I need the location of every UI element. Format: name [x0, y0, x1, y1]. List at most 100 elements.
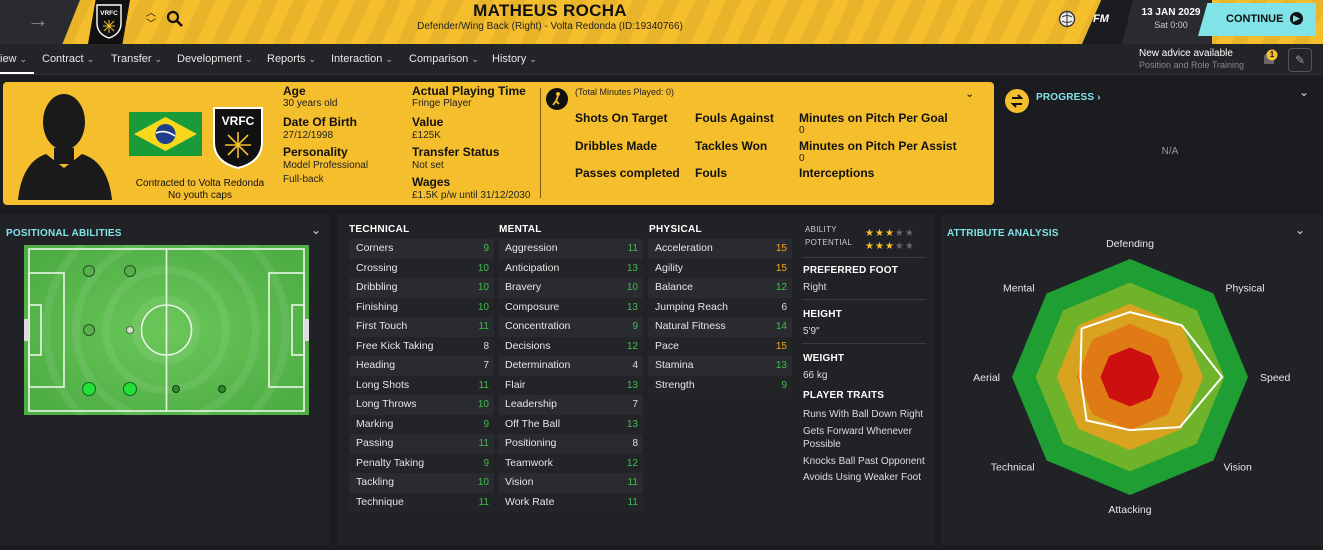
search-icon[interactable] [166, 10, 184, 28]
attribute-name: Penalty Taking [356, 456, 425, 469]
progress-title[interactable]: PROGRESS › [1036, 92, 1101, 103]
attribute-row-strength[interactable]: Strength 9 [648, 375, 792, 395]
position-dot[interactable] [124, 265, 136, 277]
attribute-name: Vision [505, 476, 534, 488]
attribute-row-vision[interactable]: Vision 11 [498, 473, 643, 493]
attribute-row-stamina[interactable]: Stamina 13 [648, 356, 792, 376]
attribute-row-technique[interactable]: Technique 11 [349, 492, 494, 512]
title-bar: → VRFC ︿ ﹀ MATHEUS ROCHA Defender/Wing Ba… [0, 0, 1323, 44]
analysis-title: ATTRIBUTE ANALYSIS [947, 228, 1059, 239]
attribute-row-decisions[interactable]: Decisions 12 [498, 336, 643, 356]
chevron-down-icon: ⌄ [308, 54, 317, 64]
nav-tab-transfer[interactable]: Transfer ⌄ [111, 44, 162, 75]
club-badge-icon[interactable]: VRFC [96, 3, 122, 39]
position-dot[interactable] [126, 326, 134, 334]
attribute-row-teamwork[interactable]: Teamwork 12 [498, 453, 643, 473]
nav-tab-interaction[interactable]: Interaction ⌄ [331, 44, 393, 75]
personality-label: Personality [283, 145, 348, 159]
attribute-row-agility[interactable]: Agility 15 [648, 258, 792, 278]
attribute-row-bravery[interactable]: Bravery 10 [498, 278, 643, 298]
attribute-row-heading[interactable]: Heading 7 [349, 356, 494, 376]
potential-label: POTENTIAL [805, 238, 853, 247]
position-dot[interactable] [83, 324, 95, 336]
attribute-name: Acceleration [655, 242, 713, 254]
stats-category-icon[interactable] [546, 88, 568, 110]
attribute-row-pace[interactable]: Pace 15 [648, 336, 792, 356]
position-dot[interactable] [123, 382, 137, 396]
attribute-row-off-the-ball[interactable]: Off The Ball 13 [498, 414, 643, 434]
position-dot[interactable] [82, 382, 96, 396]
attribute-row-anticipation[interactable]: Anticipation 13 [498, 258, 643, 278]
nav-tab-reports[interactable]: Reports ⌄ [267, 44, 316, 75]
continue-button[interactable]: CONTINUE ▶ [1198, 3, 1316, 36]
player-trait[interactable]: Runs With Ball Down Right [803, 408, 933, 422]
attribute-row-corners[interactable]: Corners 9 [349, 239, 494, 259]
nav-tab-iew[interactable]: iew ⌄ [0, 44, 27, 75]
attribute-row-dribbling[interactable]: Dribbling 10 [349, 278, 494, 298]
attribute-row-composure[interactable]: Composure 13 [498, 297, 643, 317]
stat-label: Minutes on Pitch Per Assist [799, 139, 957, 153]
attribute-row-concentration[interactable]: Concentration 9 [498, 317, 643, 337]
nav-tab-label: iew [0, 53, 17, 65]
attribute-row-passing[interactable]: Passing 11 [349, 434, 494, 454]
position-dot[interactable] [172, 385, 180, 393]
attribute-row-positioning[interactable]: Positioning 8 [498, 434, 643, 454]
attribute-row-free-kick-taking[interactable]: Free Kick Taking 8 [349, 336, 494, 356]
position-dot[interactable] [218, 385, 226, 393]
positional-collapse-chevron-icon[interactable]: ⌄ [311, 223, 321, 237]
radar-band [1100, 347, 1160, 407]
club-crest-icon[interactable]: VRFC [212, 106, 264, 170]
date-label[interactable]: 13 JAN 2029 [1132, 7, 1210, 18]
player-trait[interactable]: Knocks Ball Past Opponent [803, 455, 933, 469]
continue-arrow-icon: ▶ [1290, 12, 1303, 25]
nav-tab-contract[interactable]: Contract ⌄ [42, 44, 94, 75]
star-filled-icon: ★ [884, 241, 895, 252]
fm-menu-button[interactable]: FM [1093, 13, 1115, 25]
attribute-row-long-shots[interactable]: Long Shots 11 [349, 375, 494, 395]
position-dot[interactable] [83, 265, 95, 277]
advice-bell-icon[interactable]: 1 [1258, 48, 1280, 70]
attribute-row-determination[interactable]: Determination 4 [498, 356, 643, 376]
player-trait[interactable]: Avoids Using Weaker Foot [803, 471, 933, 485]
attribute-row-jumping-reach[interactable]: Jumping Reach 6 [648, 297, 792, 317]
sort-arrows-icon[interactable]: ︿ ﹀ [145, 8, 157, 32]
attribute-name: Jumping Reach [655, 300, 728, 313]
globe-icon[interactable] [1058, 10, 1076, 28]
attribute-row-finishing[interactable]: Finishing 10 [349, 297, 494, 317]
attribute-row-long-throws[interactable]: Long Throws 10 [349, 395, 494, 415]
attribute-name: Agility [655, 261, 684, 274]
stats-dropdown-chevron-icon[interactable]: ⌄ [965, 87, 974, 100]
attribute-row-penalty-taking[interactable]: Penalty Taking 9 [349, 453, 494, 473]
attribute-row-natural-fitness[interactable]: Natural Fitness 14 [648, 317, 792, 337]
personality-value: Model Professional [283, 160, 369, 171]
edit-pencil-icon[interactable]: ✎ [1288, 48, 1312, 72]
advice-subtitle: Position and Role Training [1139, 60, 1245, 70]
nav-tab-history[interactable]: History ⌄ [492, 44, 537, 75]
stat-value: 0 [799, 153, 805, 164]
nav-tab-comparison[interactable]: Comparison ⌄ [409, 44, 479, 75]
attribute-row-flair[interactable]: Flair 13 [498, 375, 643, 395]
attribute-row-crossing[interactable]: Crossing 10 [349, 258, 494, 278]
attribute-row-leadership[interactable]: Leadership 7 [498, 395, 643, 415]
back-arrow-icon[interactable]: → [27, 9, 51, 33]
attribute-row-acceleration[interactable]: Acceleration 15 [648, 239, 792, 259]
attribute-row-work-rate[interactable]: Work Rate 11 [498, 492, 643, 512]
attribute-value: 12 [626, 457, 638, 469]
attribute-row-tackling[interactable]: Tackling 10 [349, 473, 494, 493]
player-trait[interactable]: Gets Forward Whenever Possible [803, 425, 933, 452]
progress-collapse-chevron-icon[interactable]: ⌄ [1299, 85, 1309, 99]
height-label: HEIGHT [803, 309, 842, 320]
mental-header: MENTAL [499, 224, 542, 235]
attribute-row-first-touch[interactable]: First Touch 11 [349, 317, 494, 337]
attribute-value: 11 [478, 321, 489, 332]
attribute-row-aggression[interactable]: Aggression 11 [498, 239, 643, 259]
attribute-row-balance[interactable]: Balance 12 [648, 278, 792, 298]
attribute-value: 10 [477, 262, 489, 274]
nationality-flag-icon[interactable] [129, 112, 202, 156]
progress-icon[interactable] [1005, 89, 1029, 113]
analysis-collapse-chevron-icon[interactable]: ⌄ [1295, 223, 1305, 237]
attribute-row-marking[interactable]: Marking 9 [349, 414, 494, 434]
advice-title[interactable]: New advice available [1139, 48, 1233, 59]
attribute-value: 10 [477, 477, 489, 488]
nav-tab-development[interactable]: Development ⌄ [177, 44, 252, 75]
